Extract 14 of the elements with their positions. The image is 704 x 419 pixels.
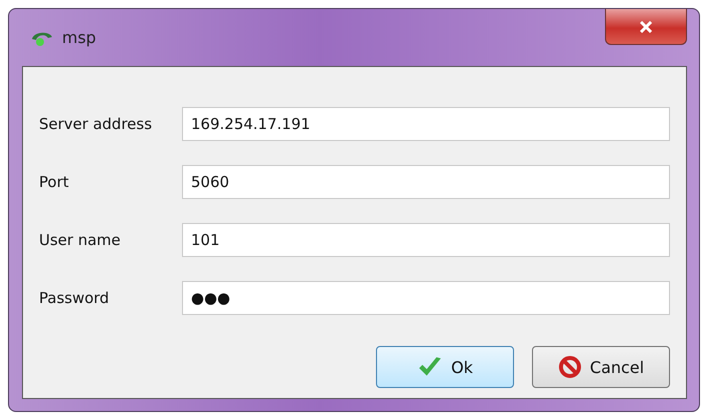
close-button[interactable] bbox=[605, 9, 687, 45]
close-icon bbox=[639, 20, 653, 32]
field-label: Password bbox=[39, 289, 110, 307]
ok-button[interactable]: Ok bbox=[376, 346, 514, 388]
cancel-button[interactable]: Cancel bbox=[532, 346, 670, 388]
field-label: User name bbox=[39, 231, 122, 249]
input-field[interactable]: 101 bbox=[182, 223, 670, 257]
input-field[interactable]: 5060 bbox=[182, 165, 670, 199]
field-label: Port bbox=[39, 173, 70, 191]
input-field[interactable]: ●●● bbox=[182, 281, 670, 315]
window-title: msp bbox=[62, 28, 96, 47]
prohibition-icon bbox=[558, 355, 582, 379]
field-label: Server address bbox=[39, 115, 153, 133]
input-field[interactable]: 169.254.17.191 bbox=[182, 107, 670, 141]
